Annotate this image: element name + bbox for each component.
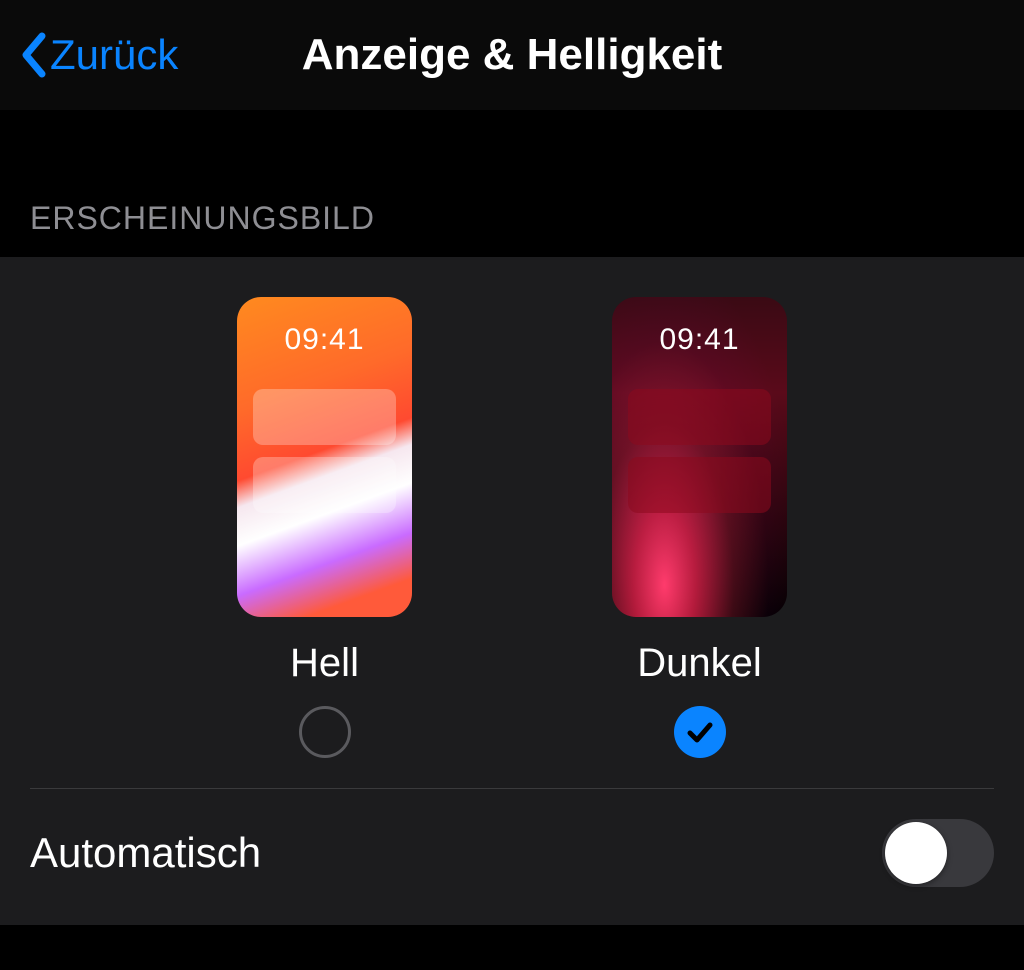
- preview-notification: [253, 389, 396, 445]
- automatic-row: Automatisch: [0, 789, 1024, 925]
- checkmark-icon: [685, 717, 715, 747]
- appearance-option-light[interactable]: 09:41 Hell: [237, 297, 412, 758]
- automatic-switch[interactable]: [882, 819, 994, 887]
- preview-notification: [628, 389, 771, 445]
- preview-time-light: 09:41: [237, 323, 412, 357]
- preview-light: 09:41: [237, 297, 412, 617]
- preview-time-dark: 09:41: [612, 323, 787, 357]
- preview-notification: [253, 457, 396, 513]
- preview-dark: 09:41: [612, 297, 787, 617]
- back-button[interactable]: Zurück: [20, 31, 178, 79]
- switch-knob: [885, 822, 947, 884]
- back-label: Zurück: [50, 31, 178, 79]
- appearance-section-header: ERSCHEINUNGSBILD: [0, 200, 1024, 257]
- appearance-label-dark: Dunkel: [637, 641, 762, 686]
- chevron-left-icon: [20, 32, 48, 78]
- page-title: Anzeige & Helligkeit: [302, 30, 723, 80]
- automatic-label: Automatisch: [30, 829, 261, 877]
- appearance-panel: 09:41 Hell 09:41 Dunkel Automatisch: [0, 257, 1024, 925]
- section-spacer: [0, 110, 1024, 200]
- radio-dark[interactable]: [674, 706, 726, 758]
- appearance-row: 09:41 Hell 09:41 Dunkel: [0, 257, 1024, 788]
- preview-notification: [628, 457, 771, 513]
- nav-bar: Zurück Anzeige & Helligkeit: [0, 0, 1024, 110]
- appearance-option-dark[interactable]: 09:41 Dunkel: [612, 297, 787, 758]
- appearance-label-light: Hell: [290, 641, 359, 686]
- radio-light[interactable]: [299, 706, 351, 758]
